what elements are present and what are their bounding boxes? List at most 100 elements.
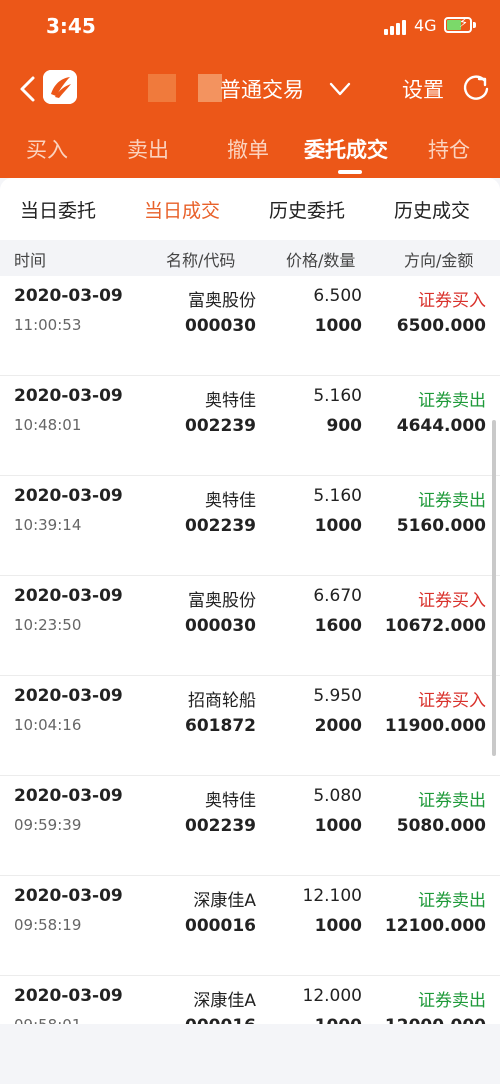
trade-amount: 6500.000 (396, 316, 486, 336)
stock-name: 深康佳A (193, 991, 256, 1011)
tab-buy[interactable]: 买入 (26, 134, 68, 164)
list-scrollbar[interactable] (492, 420, 496, 756)
trade-list[interactable]: 2020-03-09 11:00:53 富奥股份 000030 6.500 10… (0, 276, 500, 1024)
subtab-history-orders[interactable]: 历史委托 (269, 196, 345, 223)
stock-code: 000016 (185, 1016, 256, 1024)
trade-amount: 4644.000 (396, 416, 486, 436)
trade-direction: 证券卖出 (418, 991, 486, 1011)
bottom-area (0, 1024, 500, 1084)
trade-amount: 5160.000 (396, 516, 486, 536)
trade-amount: 10672.000 (384, 616, 486, 636)
trade-direction: 证券卖出 (418, 491, 486, 511)
trade-price: 6.500 (313, 286, 362, 306)
trade-direction: 证券买入 (418, 691, 486, 711)
trade-row[interactable]: 2020-03-09 09:58:01 深康佳A 000016 12.000 1… (0, 976, 500, 1024)
col-name-code: 名称/代码 (166, 251, 236, 270)
trade-direction: 证券买入 (418, 591, 486, 611)
trade-price: 5.160 (313, 386, 362, 406)
trade-time: 09:59:39 (14, 816, 82, 834)
trade-date: 2020-03-09 (14, 686, 123, 706)
stock-name: 招商轮船 (188, 691, 256, 711)
stock-code: 000016 (185, 916, 256, 936)
refresh-icon[interactable] (462, 74, 490, 102)
status-bar: 3:45 4G ⚡ (0, 0, 500, 52)
trade-row[interactable]: 2020-03-09 10:48:01 奥特佳 002239 5.160 900… (0, 376, 500, 476)
tab-indicator (338, 170, 362, 174)
trade-time: 09:58:19 (14, 916, 82, 934)
trade-amount: 12000.000 (385, 1016, 486, 1024)
redacted-block (148, 74, 176, 102)
trade-quantity: 900 (326, 416, 363, 436)
trade-direction: 证券卖出 (418, 891, 486, 911)
col-time: 时间 (14, 251, 47, 270)
stock-name: 富奥股份 (188, 291, 256, 311)
col-price-qty: 价格/数量 (286, 251, 356, 270)
trade-price: 12.000 (302, 986, 362, 1006)
tab-sell[interactable]: 卖出 (127, 134, 169, 164)
tab-orders-trades[interactable]: 委托成交 (304, 134, 388, 164)
battery-icon: ⚡ (444, 16, 476, 33)
trade-price: 6.670 (313, 586, 362, 606)
app-logo-icon (43, 70, 77, 104)
trade-row[interactable]: 2020-03-09 09:58:19 深康佳A 000016 12.100 1… (0, 876, 500, 976)
chevron-down-icon[interactable] (328, 78, 352, 100)
signal-icon (384, 19, 410, 35)
tab-positions[interactable]: 持仓 (428, 134, 470, 164)
trade-time: 10:23:50 (14, 616, 82, 634)
trade-quantity: 1000 (314, 316, 362, 336)
trade-direction: 证券买入 (418, 291, 486, 311)
redacted-block (198, 74, 222, 102)
trade-quantity: 2000 (314, 716, 362, 736)
stock-code: 000030 (185, 316, 256, 336)
trade-date: 2020-03-09 (14, 286, 123, 306)
trade-date: 2020-03-09 (14, 886, 123, 906)
trade-date: 2020-03-09 (14, 586, 123, 606)
stock-code: 002239 (185, 516, 256, 536)
trade-time: 10:48:01 (14, 416, 82, 434)
subtab-today-trades[interactable]: 当日成交 (144, 196, 220, 223)
trade-price: 5.950 (313, 686, 362, 706)
column-header: 时间 名称/代码 价格/数量 方向/金额 (0, 240, 500, 276)
col-direction-amount: 方向/金额 (404, 251, 474, 270)
trade-time: 11:00:53 (14, 316, 82, 334)
trade-date: 2020-03-09 (14, 486, 123, 506)
stock-name: 奥特佳 (205, 491, 256, 511)
trade-price: 5.160 (313, 486, 362, 506)
trade-time: 09:58:01 (14, 1016, 81, 1024)
subtab-today-orders[interactable]: 当日委托 (20, 196, 96, 223)
trade-quantity: 1000 (314, 816, 362, 836)
trade-price: 12.100 (302, 886, 362, 906)
trade-direction: 证券卖出 (418, 791, 486, 811)
nav-title[interactable]: 普通交易 (220, 74, 304, 104)
trade-quantity: 1000 (314, 916, 362, 936)
trade-date: 2020-03-09 (14, 386, 123, 406)
status-time: 3:45 (46, 14, 96, 38)
subtab-history-trades[interactable]: 历史成交 (394, 196, 470, 223)
trade-row[interactable]: 2020-03-09 11:00:53 富奥股份 000030 6.500 10… (0, 276, 500, 376)
trade-direction: 证券卖出 (418, 391, 486, 411)
sub-tabs: 当日委托 当日成交 历史委托 历史成交 (0, 178, 500, 240)
trade-row[interactable]: 2020-03-09 10:23:50 富奥股份 000030 6.670 16… (0, 576, 500, 676)
network-label: 4G (414, 16, 437, 35)
main-tabs: 买入 卖出 撤单 委托成交 持仓 (0, 130, 500, 174)
stock-code: 000030 (185, 616, 256, 636)
trade-row[interactable]: 2020-03-09 10:04:16 招商轮船 601872 5.950 20… (0, 676, 500, 776)
trade-amount: 5080.000 (396, 816, 486, 836)
back-icon[interactable] (14, 74, 44, 104)
trade-quantity: 1000 (314, 516, 362, 536)
trade-date: 2020-03-09 (14, 986, 123, 1006)
stock-name: 深康佳A (193, 891, 256, 911)
settings-button[interactable]: 设置 (402, 74, 444, 104)
trade-row[interactable]: 2020-03-09 09:59:39 奥特佳 002239 5.080 100… (0, 776, 500, 876)
stock-name: 奥特佳 (205, 391, 256, 411)
trade-time: 10:04:16 (14, 716, 82, 734)
stock-name: 富奥股份 (188, 591, 256, 611)
trade-price: 5.080 (313, 786, 362, 806)
tab-cancel-order[interactable]: 撤单 (227, 134, 269, 164)
stock-name: 奥特佳 (205, 791, 256, 811)
trade-date: 2020-03-09 (14, 786, 123, 806)
stock-code: 601872 (185, 716, 256, 736)
trade-row[interactable]: 2020-03-09 10:39:14 奥特佳 002239 5.160 100… (0, 476, 500, 576)
trade-amount: 12100.000 (384, 916, 486, 936)
trade-quantity: 1600 (314, 616, 362, 636)
